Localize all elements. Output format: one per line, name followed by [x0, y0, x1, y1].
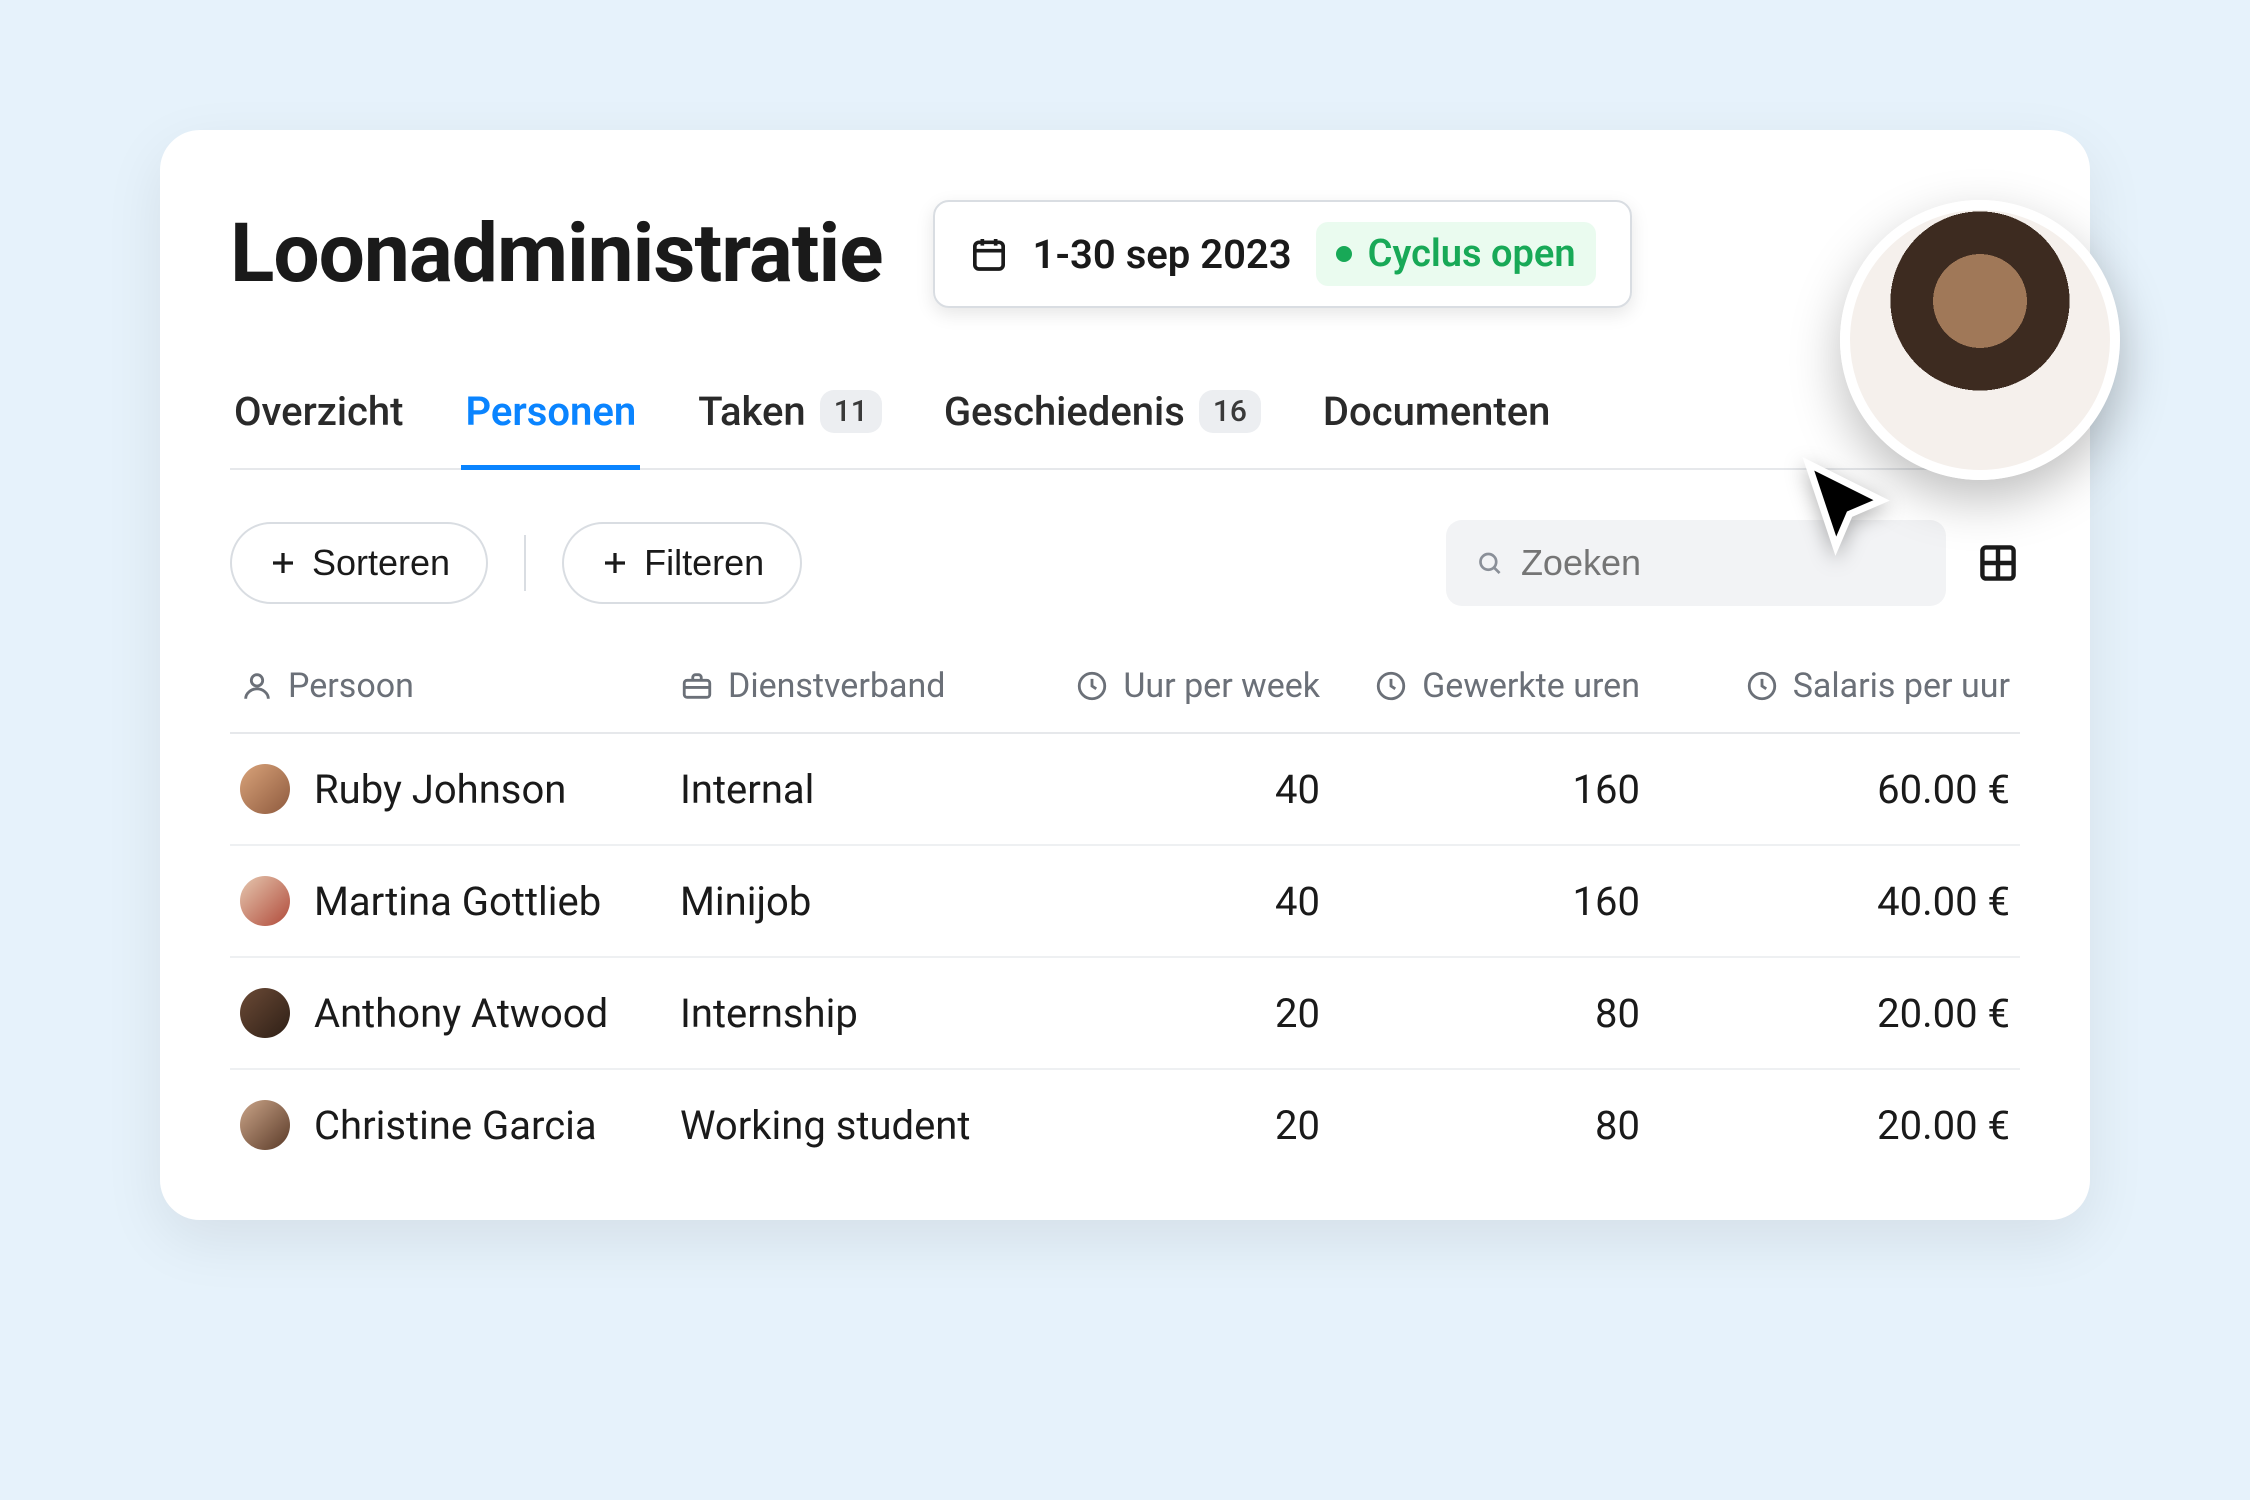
- person-name: Christine Garcia: [314, 1102, 597, 1149]
- tab-history[interactable]: Geschiedenis 16: [940, 378, 1265, 470]
- tab-label: Geschiedenis: [944, 388, 1185, 435]
- employment-type: Internal: [680, 766, 1020, 813]
- col-salary[interactable]: Salaris per uur: [1640, 666, 2010, 706]
- person-name: Martina Gottlieb: [314, 878, 601, 925]
- tab-label: Personen: [465, 388, 636, 435]
- col-hours-week[interactable]: Uur per week: [1020, 666, 1320, 706]
- payroll-card: Loonadministratie 1-30 sep 2023 Cyclus o…: [160, 130, 2090, 1220]
- col-worked-hours[interactable]: Gewerkte uren: [1320, 666, 1640, 706]
- tab-overview[interactable]: Overzicht: [230, 378, 407, 470]
- page-title: Loonadministratie: [230, 206, 883, 302]
- col-employment[interactable]: Dienstverband: [680, 666, 1020, 706]
- filter-button[interactable]: Filteren: [562, 522, 802, 604]
- tab-badge: 11: [820, 390, 882, 433]
- status-dot-icon: [1336, 246, 1352, 262]
- salary: 20.00 €: [1640, 990, 2010, 1037]
- worked-hours: 160: [1320, 878, 1640, 925]
- worked-hours: 160: [1320, 766, 1640, 813]
- worked-hours: 80: [1320, 1102, 1640, 1149]
- table-row[interactable]: Martina Gottlieb Minijob 40 160 40.00 €: [230, 846, 2020, 958]
- tab-badge: 16: [1199, 390, 1261, 433]
- toolbar: Sorteren Filteren: [230, 520, 2020, 606]
- search-icon: [1476, 548, 1503, 578]
- avatar: [240, 988, 290, 1038]
- clock-icon: [1374, 669, 1408, 703]
- hours-week: 40: [1020, 766, 1320, 813]
- employment-type: Internship: [680, 990, 1020, 1037]
- tab-people[interactable]: Personen: [461, 378, 640, 470]
- cursor-icon: [1790, 450, 1900, 564]
- filter-label: Filteren: [644, 542, 764, 584]
- tabs: Overzicht Personen Taken 11 Geschiedenis…: [230, 378, 2020, 470]
- sort-button[interactable]: Sorteren: [230, 522, 488, 604]
- table-row[interactable]: Ruby Johnson Internal 40 160 60.00 €: [230, 734, 2020, 846]
- sort-label: Sorteren: [312, 542, 450, 584]
- salary: 40.00 €: [1640, 878, 2010, 925]
- period-selector[interactable]: 1-30 sep 2023 Cyclus open: [933, 200, 1632, 308]
- calendar-icon: [969, 234, 1009, 274]
- tab-label: Documenten: [1323, 388, 1550, 435]
- hours-week: 20: [1020, 990, 1320, 1037]
- tab-label: Taken: [698, 388, 806, 435]
- col-person[interactable]: Persoon: [240, 666, 680, 706]
- hours-week: 20: [1020, 1102, 1320, 1149]
- table-row[interactable]: Christine Garcia Working student 20 80 2…: [230, 1070, 2020, 1180]
- clock-icon: [1075, 669, 1109, 703]
- employment-type: Minijob: [680, 878, 1020, 925]
- cycle-status-chip: Cyclus open: [1316, 222, 1596, 286]
- briefcase-icon: [680, 669, 714, 703]
- worked-hours: 80: [1320, 990, 1640, 1037]
- hours-week: 40: [1020, 878, 1320, 925]
- floating-user-avatar: [1840, 200, 2120, 480]
- salary: 20.00 €: [1640, 1102, 2010, 1149]
- cycle-status-label: Cyclus open: [1368, 232, 1576, 276]
- clock-icon: [1745, 669, 1779, 703]
- tab-documents[interactable]: Documenten: [1319, 378, 1554, 470]
- tab-tasks[interactable]: Taken 11: [694, 378, 886, 470]
- table-row[interactable]: Anthony Atwood Internship 20 80 20.00 €: [230, 958, 2020, 1070]
- plus-icon: [600, 548, 630, 578]
- avatar: [240, 1100, 290, 1150]
- toolbar-divider: [524, 535, 526, 591]
- avatar: [240, 876, 290, 926]
- person-name: Ruby Johnson: [314, 766, 566, 813]
- table-header: Persoon Dienstverband Uur per week Gewer…: [230, 666, 2020, 734]
- person-name: Anthony Atwood: [314, 990, 608, 1037]
- person-icon: [240, 669, 274, 703]
- avatar: [240, 764, 290, 814]
- salary: 60.00 €: [1640, 766, 2010, 813]
- header-row: Loonadministratie 1-30 sep 2023 Cyclus o…: [230, 200, 2020, 308]
- layout-toggle-button[interactable]: [1976, 541, 2020, 585]
- employment-type: Working student: [680, 1102, 1020, 1149]
- tab-label: Overzicht: [234, 388, 403, 435]
- plus-icon: [268, 548, 298, 578]
- period-range: 1-30 sep 2023: [1033, 231, 1292, 278]
